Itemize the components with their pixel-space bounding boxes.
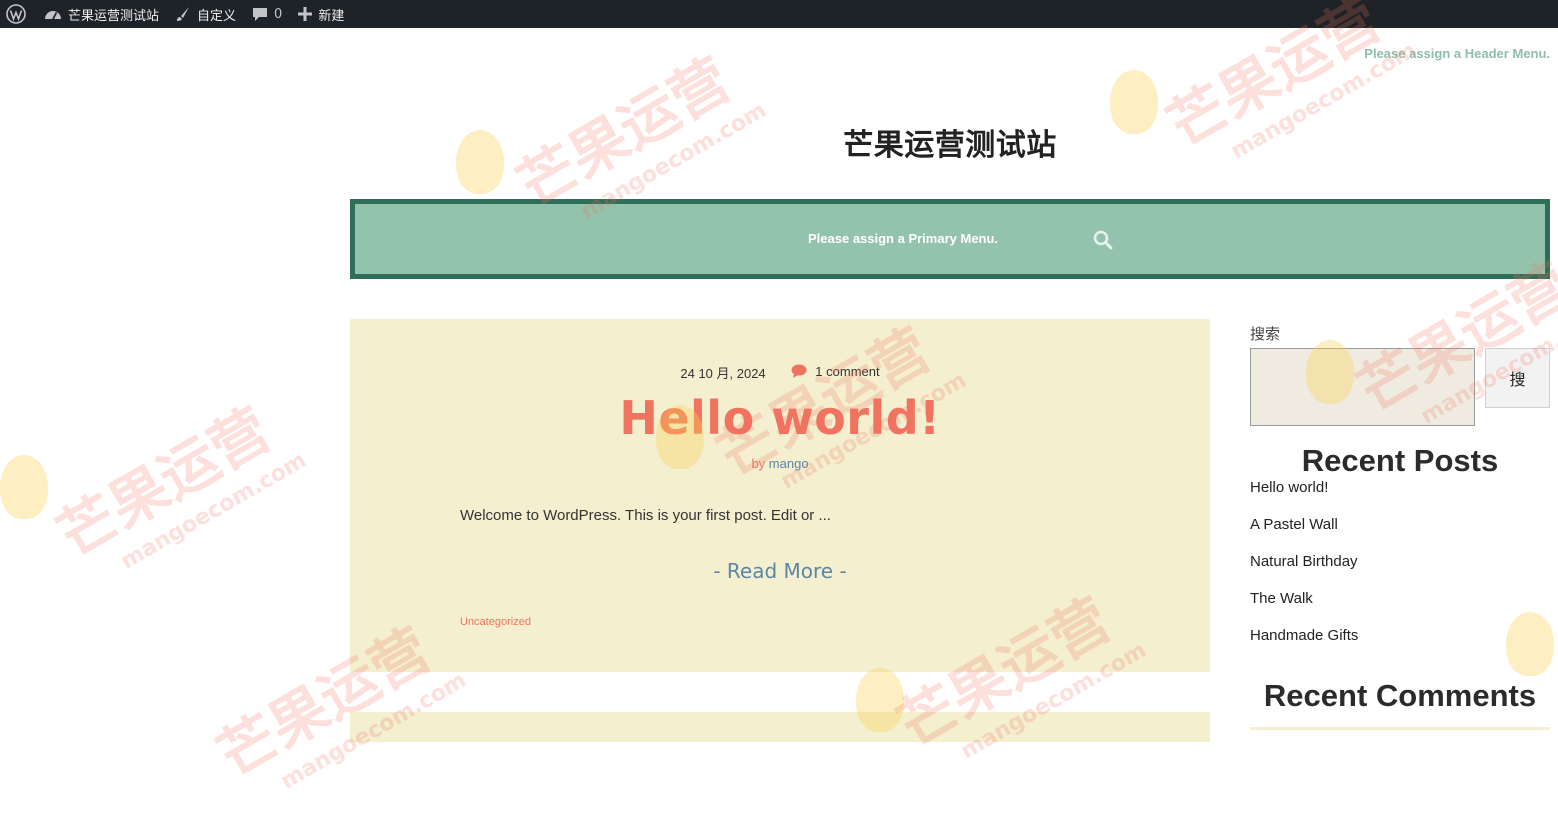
read-more-link[interactable]: - Read More - [350, 559, 1210, 583]
primary-navigation: Please assign a Primary Menu. [350, 199, 1550, 279]
post-card: 24 10 月, 2024 1 comment Hello world! by … [350, 319, 1210, 672]
plus-icon [298, 7, 313, 21]
mango-watermark-icon [1306, 340, 1354, 404]
recent-post-link[interactable]: Handmade Gifts [1250, 627, 1358, 664]
admin-bar-comments-count: 0 [274, 6, 283, 22]
comment-icon [791, 364, 807, 378]
paintbrush-icon [177, 7, 190, 21]
recent-post-link[interactable]: A Pastel Wall [1250, 516, 1358, 553]
admin-bar-customize-label: 自定义 [197, 8, 237, 24]
watermark: 芒果运营 mangoecom.com [46, 395, 311, 575]
search-icon[interactable] [1093, 230, 1113, 250]
recent-comments-title: Recent Comments [1263, 678, 1537, 713]
site-title[interactable]: 芒果运营测试站 [350, 120, 1550, 164]
mango-watermark-icon [456, 130, 504, 194]
dashboard-gauge-icon [45, 11, 61, 20]
post-title[interactable]: Hello world! [350, 391, 1210, 445]
post-card [350, 712, 1210, 742]
admin-bar-customize[interactable]: 自定义 [167, 0, 244, 28]
primary-menu-notice[interactable]: Please assign a Primary Menu. [808, 231, 998, 246]
search-input[interactable] [1250, 348, 1475, 426]
admin-bar-new[interactable]: 新建 [290, 0, 352, 28]
admin-bar: 芒果运营测试站 自定义 0 新建 [0, 0, 1558, 28]
admin-bar-site-name-label: 芒果运营测试站 [68, 8, 160, 24]
recent-post-link[interactable]: The Walk [1250, 590, 1358, 627]
recent-post-link[interactable]: Hello world! [1250, 479, 1358, 516]
admin-bar-site-name[interactable]: 芒果运营测试站 [36, 0, 167, 28]
recent-posts-list: Hello world! A Pastel Wall Natural Birth… [1250, 479, 1358, 664]
admin-bar-comments[interactable]: 0 [244, 0, 290, 28]
mango-watermark-icon [1110, 70, 1158, 134]
search-label: 搜索 [1250, 326, 1281, 343]
mango-watermark-icon [1506, 612, 1554, 676]
mango-watermark-icon [656, 405, 704, 469]
post-comments-link[interactable]: 1 comment [791, 363, 880, 379]
wordpress-logo-menu[interactable] [0, 0, 36, 28]
post-by-label: by [751, 456, 766, 471]
post-comments-count: 1 comment [815, 363, 880, 379]
post-byline: by mango [350, 456, 1210, 471]
search-button[interactable]: 搜 [1485, 348, 1550, 408]
recent-post-link[interactable]: Natural Birthday [1250, 553, 1358, 590]
post-category-link[interactable]: Uncategorized [460, 616, 531, 628]
comment-bubble-icon [253, 8, 268, 21]
post-meta: 24 10 月, 2024 1 comment [350, 363, 1210, 382]
header-menu-notice[interactable]: Please assign a Header Menu. [1364, 46, 1550, 61]
post-excerpt: Welcome to WordPress. This is your first… [460, 507, 831, 524]
mango-watermark-icon [856, 668, 904, 732]
recent-posts-title: Recent Posts [1301, 443, 1499, 478]
post-date[interactable]: 24 10 月, 2024 [680, 366, 765, 381]
admin-bar-new-label: 新建 [318, 8, 345, 24]
mango-watermark-icon [0, 455, 48, 519]
post-author-link[interactable]: mango [769, 456, 809, 471]
wordpress-logo-icon [6, 4, 26, 24]
